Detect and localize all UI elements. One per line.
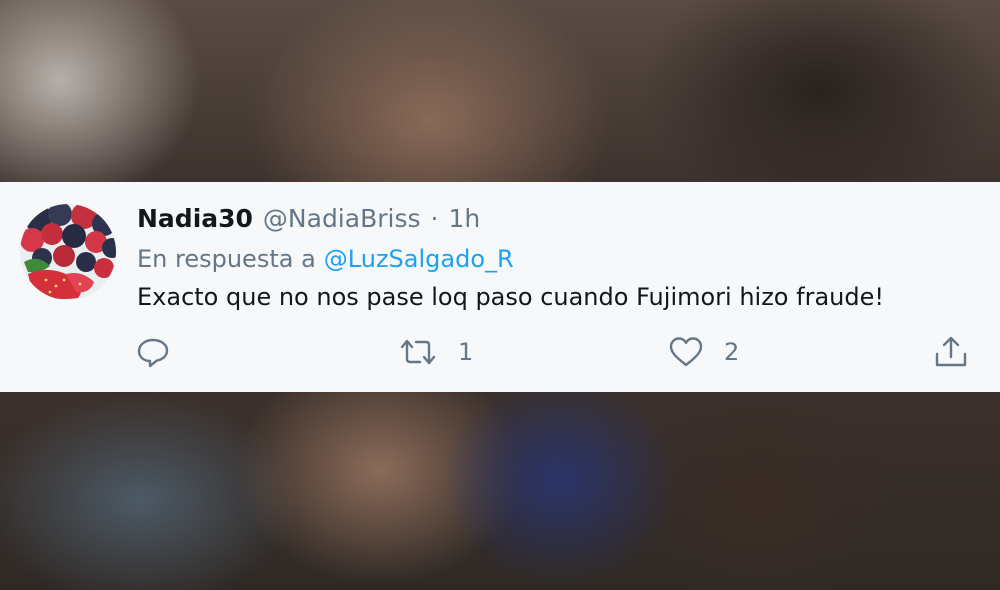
reply-to-link[interactable]: @LuzSalgado_R <box>324 245 514 273</box>
tweet-card[interactable]: Nadia30 @NadiaBriss · 1h En respuesta a @… <box>0 182 1000 392</box>
like-button[interactable]: 2 <box>668 334 739 370</box>
reply-icon <box>137 338 169 368</box>
header-separator: · <box>430 204 439 233</box>
share-button[interactable] <box>933 334 969 370</box>
blurred-background-bottom <box>0 392 1000 590</box>
reply-button[interactable] <box>136 334 170 370</box>
tweet-timestamp[interactable]: 1h <box>448 204 480 233</box>
heart-icon <box>669 337 703 367</box>
retweet-count: 1 <box>458 338 474 366</box>
user-handle[interactable]: @NadiaBriss <box>263 204 421 233</box>
retweet-icon <box>400 339 436 365</box>
share-icon <box>935 336 967 367</box>
like-count: 2 <box>724 338 740 366</box>
reply-context: En respuesta a @LuzSalgado_R <box>137 245 514 273</box>
blurred-background-top <box>0 0 1000 182</box>
retweet-button[interactable]: 1 <box>398 334 473 370</box>
screenshot-stage: Nadia30 @NadiaBriss · 1h En respuesta a @… <box>0 0 1000 590</box>
tweet-header: Nadia30 @NadiaBriss · 1h <box>137 204 480 240</box>
reply-prefix-label: En respuesta a <box>137 245 316 273</box>
display-name[interactable]: Nadia30 <box>137 204 253 233</box>
tweet-text: Exacto que no nos pase loq paso cuando F… <box>137 283 884 311</box>
berries-avatar-icon[interactable] <box>20 204 116 300</box>
avatar-image <box>20 204 116 300</box>
